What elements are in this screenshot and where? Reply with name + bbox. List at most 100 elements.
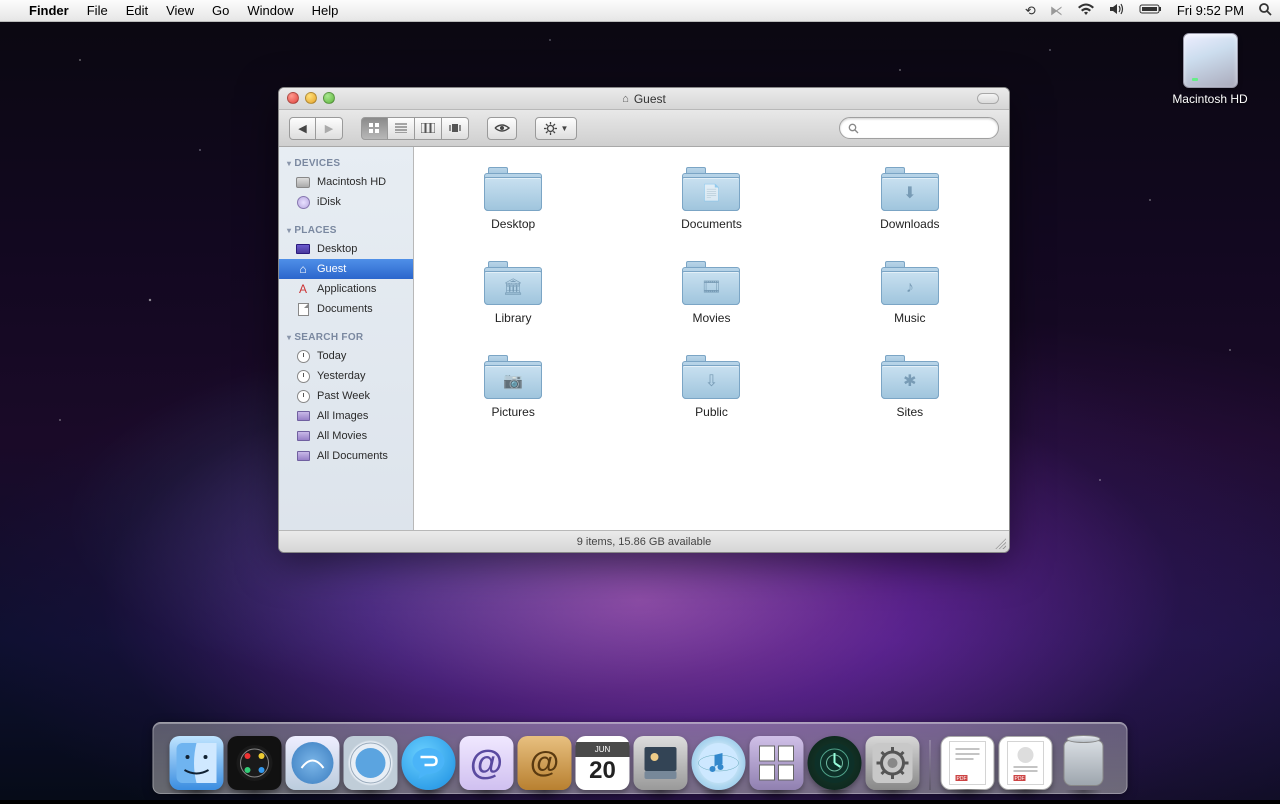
dock-document-2[interactable]: PDF [999, 736, 1053, 790]
spotlight-menu-icon[interactable] [1258, 2, 1272, 19]
folder-label: Documents [681, 217, 742, 231]
dock-itunes[interactable] [692, 736, 746, 790]
desktop-icon-label: Macintosh HD [1165, 92, 1255, 106]
folder-icon: 📄 [682, 165, 740, 211]
sidebar-item-all-documents[interactable]: All Documents [279, 446, 413, 466]
dock-ichat[interactable] [402, 736, 456, 790]
time-machine-menu-icon[interactable]: ⟲ [1025, 3, 1036, 19]
window-title: Guest [634, 92, 666, 106]
dock-finder[interactable] [170, 736, 224, 790]
menu-view[interactable]: View [157, 0, 203, 22]
menu-file[interactable]: File [78, 0, 117, 22]
home-icon: ⌂ [622, 93, 629, 105]
folder-icon: ✱ [881, 353, 939, 399]
folder-icon: ⬇ [881, 165, 939, 211]
sidebar-item-all-movies[interactable]: All Movies [279, 426, 413, 446]
back-button[interactable]: ◀ [289, 117, 316, 140]
sidebar-item-past-week[interactable]: Past Week [279, 386, 413, 406]
desktop-icon-macintosh-hd[interactable]: Macintosh HD [1165, 33, 1255, 106]
menu-window[interactable]: Window [238, 0, 302, 22]
dock-preview[interactable] [634, 736, 688, 790]
clock-icon [297, 370, 310, 383]
dock-time-machine[interactable] [808, 736, 862, 790]
content-area[interactable]: Desktop 📄 Documents ⬇ Downloads 🏛Library 🎞Movi… [414, 147, 1009, 530]
sidebar-header-search[interactable]: Search For [279, 327, 413, 346]
folder-label: Music [894, 311, 925, 325]
folder-label: Pictures [491, 405, 534, 419]
bluetooth-menu-icon[interactable]: ⧔ [1050, 3, 1063, 19]
folder-music[interactable]: ♪ Music [881, 259, 939, 325]
smart-folder-icon [297, 451, 310, 461]
wifi-menu-icon[interactable] [1077, 3, 1095, 19]
folder-movies[interactable]: 🎞Movies [682, 259, 740, 325]
window-titlebar[interactable]: ⌂ Guest [279, 88, 1009, 110]
menu-edit[interactable]: Edit [117, 0, 157, 22]
smart-folder-icon [297, 411, 310, 421]
status-text: 9 items, 15.86 GB available [577, 536, 712, 548]
view-mode-buttons [361, 117, 469, 140]
sidebar-item-macintosh-hd[interactable]: Macintosh HD [279, 172, 413, 192]
menu-bar: Finder File Edit View Go Window Help ⟲ ⧔… [0, 0, 1280, 22]
dock-address-book[interactable]: @ [518, 736, 572, 790]
menu-go[interactable]: Go [203, 0, 238, 22]
close-button[interactable] [287, 92, 299, 104]
search-input[interactable] [863, 122, 990, 134]
action-menu-button[interactable]: ▼ [535, 117, 577, 140]
dock-ical[interactable]: JUN 20 [576, 736, 630, 790]
volume-menu-icon[interactable] [1109, 3, 1125, 18]
resize-grip[interactable] [994, 537, 1006, 549]
trash-icon [1064, 740, 1104, 786]
status-bar: 9 items, 15.86 GB available [279, 530, 1009, 552]
folder-label: Movies [692, 311, 730, 325]
menu-clock[interactable]: Fri 9:52 PM [1177, 3, 1244, 18]
battery-menu-icon[interactable] [1139, 3, 1163, 18]
sidebar-item-applications[interactable]: AApplications [279, 279, 413, 299]
traffic-lights [287, 92, 335, 104]
folder-sites[interactable]: ✱ Sites [881, 353, 939, 419]
documents-icon [298, 303, 309, 316]
sidebar-header-places[interactable]: Places [279, 220, 413, 239]
menu-app-name[interactable]: Finder [20, 0, 78, 22]
folder-public[interactable]: ⇩Public [682, 353, 740, 419]
dock-trash[interactable] [1057, 736, 1111, 790]
coverflow-view-button[interactable] [442, 117, 469, 140]
search-field[interactable] [839, 117, 999, 139]
sidebar-item-yesterday[interactable]: Yesterday [279, 366, 413, 386]
toolbar-toggle-button[interactable] [977, 93, 999, 104]
list-view-button[interactable] [388, 117, 415, 140]
sidebar-item-idisk[interactable]: iDisk [279, 192, 413, 212]
folder-label: Public [695, 405, 728, 419]
svg-text:PDF: PDF [957, 776, 967, 782]
dock-document-1[interactable]: PDF [941, 736, 995, 790]
idisk-icon [297, 196, 310, 209]
sidebar-header-devices[interactable]: Devices [279, 153, 413, 172]
sidebar-item-today[interactable]: Today [279, 346, 413, 366]
sidebar-item-all-images[interactable]: All Images [279, 406, 413, 426]
folder-icon: 📷 [484, 353, 542, 399]
minimize-button[interactable] [305, 92, 317, 104]
folder-documents[interactable]: 📄 Documents [681, 165, 742, 231]
sidebar-item-guest[interactable]: ⌂Guest [279, 259, 413, 279]
dock-system-preferences[interactable] [866, 736, 920, 790]
clock-icon [297, 350, 310, 363]
sidebar-item-desktop[interactable]: Desktop [279, 239, 413, 259]
folder-label: Downloads [880, 217, 939, 231]
dock-mail[interactable] [286, 736, 340, 790]
sidebar-item-documents[interactable]: Documents [279, 299, 413, 319]
quick-look-button[interactable] [487, 117, 517, 140]
dock-address[interactable]: @ [460, 736, 514, 790]
folder-downloads[interactable]: ⬇ Downloads [880, 165, 939, 231]
folder-pictures[interactable]: 📷 Pictures [484, 353, 542, 419]
menu-help[interactable]: Help [303, 0, 348, 22]
folder-desktop[interactable]: Desktop [484, 165, 542, 231]
dock-spaces[interactable] [750, 736, 804, 790]
dock-safari[interactable] [344, 736, 398, 790]
dock-dashboard[interactable] [228, 736, 282, 790]
zoom-button[interactable] [323, 92, 335, 104]
folder-label: Sites [896, 405, 923, 419]
column-view-button[interactable] [415, 117, 442, 140]
folder-icon: ♪ [881, 259, 939, 305]
forward-button[interactable]: ▶ [316, 117, 343, 140]
folder-library[interactable]: 🏛Library [484, 259, 542, 325]
icon-view-button[interactable] [361, 117, 388, 140]
